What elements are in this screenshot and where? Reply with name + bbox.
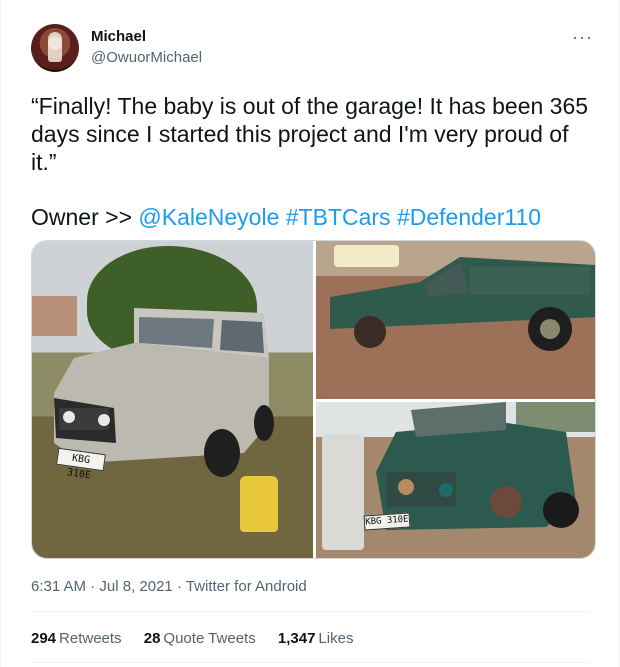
likes-label: Likes <box>318 630 354 647</box>
photo-restored-defender[interactable]: KBG 310E <box>32 241 313 558</box>
likes-stat[interactable]: 1,347 Likes <box>278 630 354 647</box>
author-handle[interactable]: @OwuorMichael <box>91 49 202 66</box>
divider-top <box>31 611 591 612</box>
more-options-icon[interactable]: ··· <box>572 27 593 48</box>
tweet-timestamp: 6:31 AM · Jul 8, 2021 · Twitter for Andr… <box>31 578 307 595</box>
photo-old-defender-front[interactable]: KBG 310E <box>316 402 595 558</box>
tweet-source[interactable]: Twitter for Android <box>186 578 307 595</box>
avatar-figure <box>48 32 62 62</box>
quote-tweets-count: 28 <box>143 630 161 647</box>
meta-separator-2: · <box>172 578 186 595</box>
quote-tweets-stat[interactable]: 28 Quote Tweets <box>144 630 256 647</box>
owner-prefix: Owner >> <box>31 204 139 230</box>
divider-bottom <box>31 662 591 663</box>
green-defender-front-illustration <box>376 402 579 530</box>
avatar[interactable] <box>31 24 79 72</box>
hashtag-link-defender110[interactable]: #Defender110 <box>397 204 541 230</box>
tweet-text: “Finally! The baby is out of the garage!… <box>31 93 589 175</box>
likes-count: 1,347 <box>277 630 316 647</box>
tweet-card: Michael @OwuorMichael ··· “Finally! The … <box>0 0 620 667</box>
media-grid: KBG 310E KBG 310E <box>31 240 596 559</box>
quote-tweets-label: Quote Tweets <box>163 630 256 647</box>
retweets-stat[interactable]: 294 Retweets <box>31 630 122 647</box>
meta-separator-1: · <box>86 578 100 595</box>
photo-old-defender-side[interactable] <box>316 241 595 399</box>
engagement-stats: 294 Retweets 28 Quote Tweets 1,347 Likes <box>31 630 371 647</box>
tweet-date[interactable]: Jul 8, 2021 <box>99 578 172 595</box>
hashtag-link-tbtcars[interactable]: #TBTCars <box>286 204 391 230</box>
retweets-count: 294 <box>31 630 57 647</box>
green-defender-side-illustration <box>330 257 595 351</box>
retweets-label: Retweets <box>59 630 122 647</box>
author-name[interactable]: Michael <box>91 28 146 45</box>
mention-link[interactable]: @KaleNeyole <box>138 204 279 230</box>
license-plate-3: KBG 310E <box>363 512 411 531</box>
tweet-time[interactable]: 6:31 AM <box>31 578 86 595</box>
tweet-owner-line: Owner >> @KaleNeyole #TBTCars #Defender1… <box>31 203 541 231</box>
jerrycan <box>240 476 278 532</box>
